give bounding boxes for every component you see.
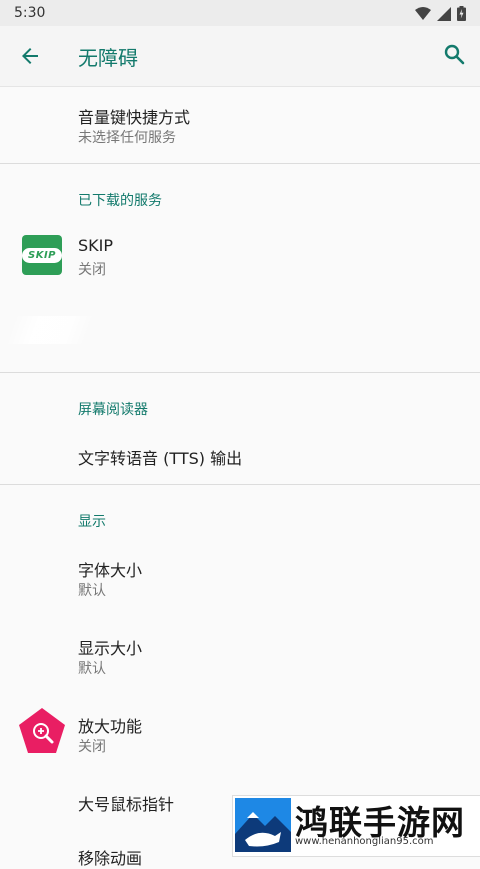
display-size-subtitle: 默认 [78,661,106,677]
volume-shortcut-item[interactable]: 音量键快捷方式 未选择任何服务 [0,87,480,163]
signal-icon [437,6,451,21]
app-bar: 无障碍 [0,26,480,87]
volume-shortcut-subtitle: 未选择任何服务 [78,130,176,146]
magnification-subtitle: 关闭 [78,739,106,755]
remove-animations-title: 移除动画 [78,849,143,868]
font-size-item[interactable]: 字体大小 默认 [0,545,480,621]
large-pointer-title: 大号鼠标指针 [78,795,175,814]
tts-output-title: 文字转语音 (TTS) 输出 [78,449,243,468]
watermark-banner: 鸿联手游网 www.henanhonglian95.com [232,795,480,857]
tts-output-item[interactable]: 文字转语音 (TTS) 输出 [0,430,480,484]
divider [0,372,480,373]
font-size-subtitle: 默认 [78,583,106,599]
divider [0,163,480,164]
skip-service-item[interactable]: SKIP SKIP 关闭 [0,222,480,292]
bull-logo-icon [235,798,291,852]
section-header-display: 显示 [78,514,106,530]
skip-app-icon: SKIP [22,235,63,275]
magnification-item[interactable]: 放大功能 关闭 [0,699,480,777]
skip-icon-label: SKIP [22,247,63,263]
magnification-title: 放大功能 [78,717,143,736]
page-title: 无障碍 [78,46,138,70]
skip-subtitle: 关闭 [78,262,106,278]
wifi-icon [415,6,431,20]
watermark-url: www.henanhonglian95.com [295,836,434,847]
search-icon[interactable] [442,42,466,66]
status-bar: 5:30 [0,0,480,26]
back-arrow-icon[interactable] [18,44,42,68]
font-size-title: 字体大小 [78,561,143,580]
section-header-screen-reader: 屏幕阅读器 [78,402,148,418]
magnification-icon [19,708,65,753]
divider [0,484,480,485]
section-header-downloaded: 已下载的服务 [78,193,162,209]
battery-icon [457,6,466,21]
skip-title: SKIP [78,236,114,255]
status-time: 5:30 [14,5,46,21]
display-size-item[interactable]: 显示大小 默认 [0,621,480,699]
volume-shortcut-title: 音量键快捷方式 [78,108,191,127]
status-icons [415,6,466,21]
display-size-title: 显示大小 [78,639,143,658]
blurred-artifact [4,316,96,344]
